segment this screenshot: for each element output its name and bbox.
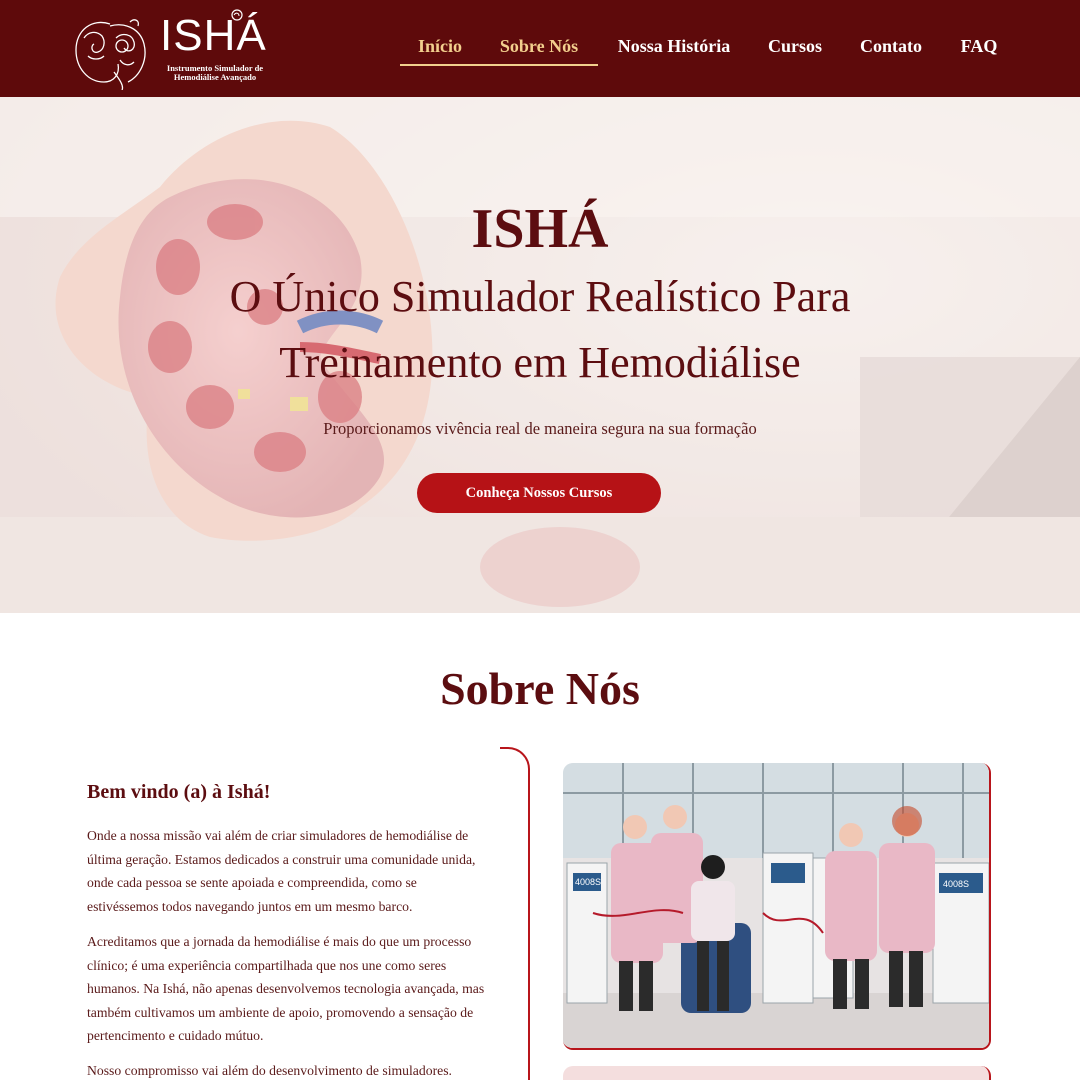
about-p3-line: Nosso compromisso vai além do desenvolvi… (87, 1063, 452, 1078)
about-p2-line: clínico; é uma experiência compartilhada… (87, 957, 447, 973)
team-photo: 4008S 4008S (563, 763, 991, 1050)
brand-subtitle: Instrumento Simulador de Hemodiálise Ava… (160, 63, 270, 83)
brand-logo[interactable]: ISHÁ Instrumento Simulador de Hemodiális… (70, 8, 270, 90)
about-p1-line: última geração. Estamos dedicados a cons… (87, 851, 476, 867)
about-p2-line: humanos. Na Ishá, não apenas desenvolvem… (87, 981, 485, 996)
about-p1-line: estivéssemos todos navegando juntos em u… (87, 898, 413, 914)
about-paragraph-3: Nosso compromisso vai além do desenvolvi… (87, 1059, 517, 1080)
hero-headline-line2: Treinamento em Hemodiálise (279, 338, 801, 387)
about-p2-line: pertencimento e cuidado mútuo. (87, 1028, 264, 1043)
nav-item-nossa-historia[interactable]: Nossa História (612, 34, 736, 66)
machine-label: 4008S (943, 879, 969, 889)
about-title: Sobre Nós (440, 663, 640, 714)
nav-item-cursos[interactable]: Cursos (762, 34, 828, 66)
welcome-heading: Bem vindo (a) à Ishá! (87, 781, 271, 803)
about-p1-line: onde cada pessoa se sente apoiada e comp… (87, 875, 417, 890)
nav-item-contato[interactable]: Contato (854, 34, 928, 66)
nav-item-sobre-nos[interactable]: Sobre Nós (480, 34, 598, 66)
brand-name: ISHÁ (160, 11, 267, 60)
conheca-cursos-button[interactable]: Conheça Nossos Cursos (417, 473, 661, 513)
about-card-mask (70, 745, 500, 751)
hero-tagline: Proporcionamos vivência real de maneira … (323, 419, 757, 438)
hero-headline-line1: O Único Simulador Realístico Para (229, 272, 851, 321)
machine-label: 4008S (575, 877, 601, 887)
about-paragraph-2: Acreditamos que a jornada da hemodiálise… (87, 930, 517, 1048)
team-photo-image: 4008S 4008S (563, 763, 989, 1048)
about-p1-line: Onde a nossa missão vai além de criar si… (87, 828, 469, 843)
hero-section: ISHÁ O Único Simulador Realístico Para T… (0, 97, 1080, 613)
nav-item-faq[interactable]: FAQ (954, 34, 1004, 66)
about-paragraph-1: Onde a nossa missão vai além de criar si… (87, 824, 517, 918)
brand-subtitle-line2: Hemodiálise Avançado (173, 72, 257, 83)
woman-face-flower-logo-icon (75, 19, 146, 90)
nav-active-underline (400, 64, 598, 66)
rose-icon (231, 9, 243, 21)
nav-item-inicio[interactable]: Início (400, 34, 480, 66)
about-p2-line: também cultivamos um ambiente de apoio, … (87, 1004, 474, 1020)
hero-title: ISHÁ (471, 198, 609, 260)
about-p2-line: Acreditamos que a jornada da hemodiálise… (87, 934, 472, 949)
second-photo-card (563, 1066, 991, 1080)
site-header: ISHÁ Instrumento Simulador de Hemodiális… (0, 0, 1080, 97)
